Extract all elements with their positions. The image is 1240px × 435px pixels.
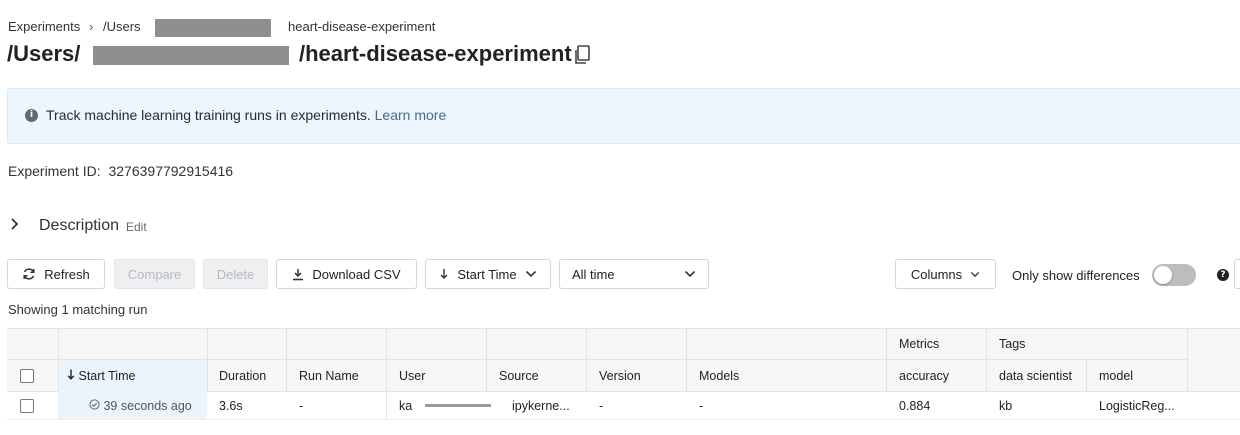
- experiment-id-label: Experiment ID:: [8, 163, 101, 179]
- chevron-right-icon[interactable]: [10, 217, 20, 234]
- learn-more-link[interactable]: Learn more: [375, 107, 447, 123]
- page-title-prefix: /Users/: [7, 41, 81, 66]
- compare-button[interactable]: Compare: [114, 259, 195, 289]
- breadcrumb-separator: ›: [89, 19, 94, 34]
- banner-text: Track machine learning training runs in …: [46, 107, 371, 123]
- metrics-group-header: Metrics: [899, 337, 940, 351]
- copy-icon[interactable]: [573, 44, 593, 66]
- page-title-suffix: /heart-disease-experiment: [299, 41, 572, 66]
- column-header-version[interactable]: Version: [599, 369, 641, 383]
- refresh-button[interactable]: Refresh: [7, 259, 105, 289]
- tags-group-header: Tags: [999, 337, 1026, 351]
- sort-label: Start Time: [457, 266, 517, 282]
- redacted-block: [155, 19, 271, 37]
- start-time-header-label: Start Time: [78, 369, 136, 383]
- download-icon: [292, 268, 304, 281]
- refresh-icon: [22, 267, 36, 281]
- matching-runs-count: Showing 1 matching run: [8, 302, 148, 317]
- redacted-block: [93, 46, 289, 65]
- description-label[interactable]: Description: [39, 217, 119, 235]
- table-row-accuracy: 0.884: [899, 399, 931, 413]
- columns-label: Columns: [910, 266, 963, 282]
- download-label: Download CSV: [312, 266, 401, 282]
- column-header-source[interactable]: Source: [499, 369, 539, 383]
- column-header-accuracy[interactable]: accuracy: [899, 369, 949, 383]
- info-banner: i Track machine learning training runs i…: [7, 88, 1240, 144]
- time-range-select[interactable]: All time: [559, 259, 709, 289]
- column-header-duration[interactable]: Duration: [219, 369, 266, 383]
- help-icon[interactable]: ?: [1217, 269, 1229, 281]
- row-checkbox[interactable]: [20, 399, 34, 413]
- column-header-run-name[interactable]: Run Name: [299, 369, 359, 383]
- breadcrumb-experiment: heart-disease-experiment: [288, 19, 436, 34]
- chevron-down-icon: [525, 270, 537, 278]
- column-header-user[interactable]: User: [399, 369, 425, 383]
- table-row-duration: 3.6s: [219, 399, 243, 413]
- clock-check-icon: [89, 399, 103, 413]
- runs-table: Metrics Tags Start Time Duration Run Nam…: [7, 328, 1240, 422]
- table-row-run-name[interactable]: -: [299, 399, 303, 413]
- time-range-value: All time: [572, 266, 615, 282]
- breadcrumb-experiments-link[interactable]: Experiments: [8, 19, 80, 34]
- description-edit-link[interactable]: Edit: [126, 220, 147, 234]
- table-row-model: LogisticReg...: [1099, 399, 1175, 413]
- info-icon: i: [25, 109, 38, 122]
- table-row-source[interactable]: ipykerne...: [512, 399, 570, 413]
- experiment-id-value: 3276397792915416: [108, 163, 234, 179]
- download-csv-button[interactable]: Download CSV: [276, 259, 417, 289]
- chevron-down-icon: [970, 271, 980, 278]
- column-header-data-scientist[interactable]: data scientist: [999, 369, 1072, 383]
- select-all-checkbox[interactable]: [20, 369, 34, 383]
- breadcrumb-users-link[interactable]: /Users: [103, 19, 141, 34]
- redacted-block: [425, 404, 491, 407]
- column-header-models[interactable]: Models: [699, 369, 739, 383]
- column-header-start-time[interactable]: Start Time: [67, 369, 135, 383]
- refresh-label: Refresh: [44, 266, 90, 282]
- overflow-button[interactable]: [1234, 259, 1240, 289]
- columns-dropdown[interactable]: Columns: [895, 259, 996, 289]
- table-row-models: -: [699, 399, 704, 413]
- sort-dropdown[interactable]: Start Time: [425, 259, 551, 289]
- only-show-differences-label: Only show differences: [1012, 268, 1140, 283]
- only-show-differences-toggle[interactable]: [1152, 264, 1196, 286]
- experiment-id: Experiment ID: 3276397792915416: [8, 163, 233, 179]
- chevron-down-icon: [684, 270, 696, 278]
- table-row-start-time[interactable]: 39 seconds ago: [89, 399, 192, 413]
- start-time-value: 39 seconds ago: [103, 399, 192, 413]
- arrow-down-icon: [439, 268, 449, 280]
- table-row-data-scientist: kb: [999, 399, 1013, 413]
- toggle-knob: [1154, 266, 1172, 284]
- column-header-model[interactable]: model: [1099, 369, 1133, 383]
- sort-desc-icon: [67, 369, 78, 383]
- table-row-version: -: [599, 399, 604, 413]
- delete-button[interactable]: Delete: [203, 259, 268, 289]
- table-row-user: ka: [399, 399, 413, 413]
